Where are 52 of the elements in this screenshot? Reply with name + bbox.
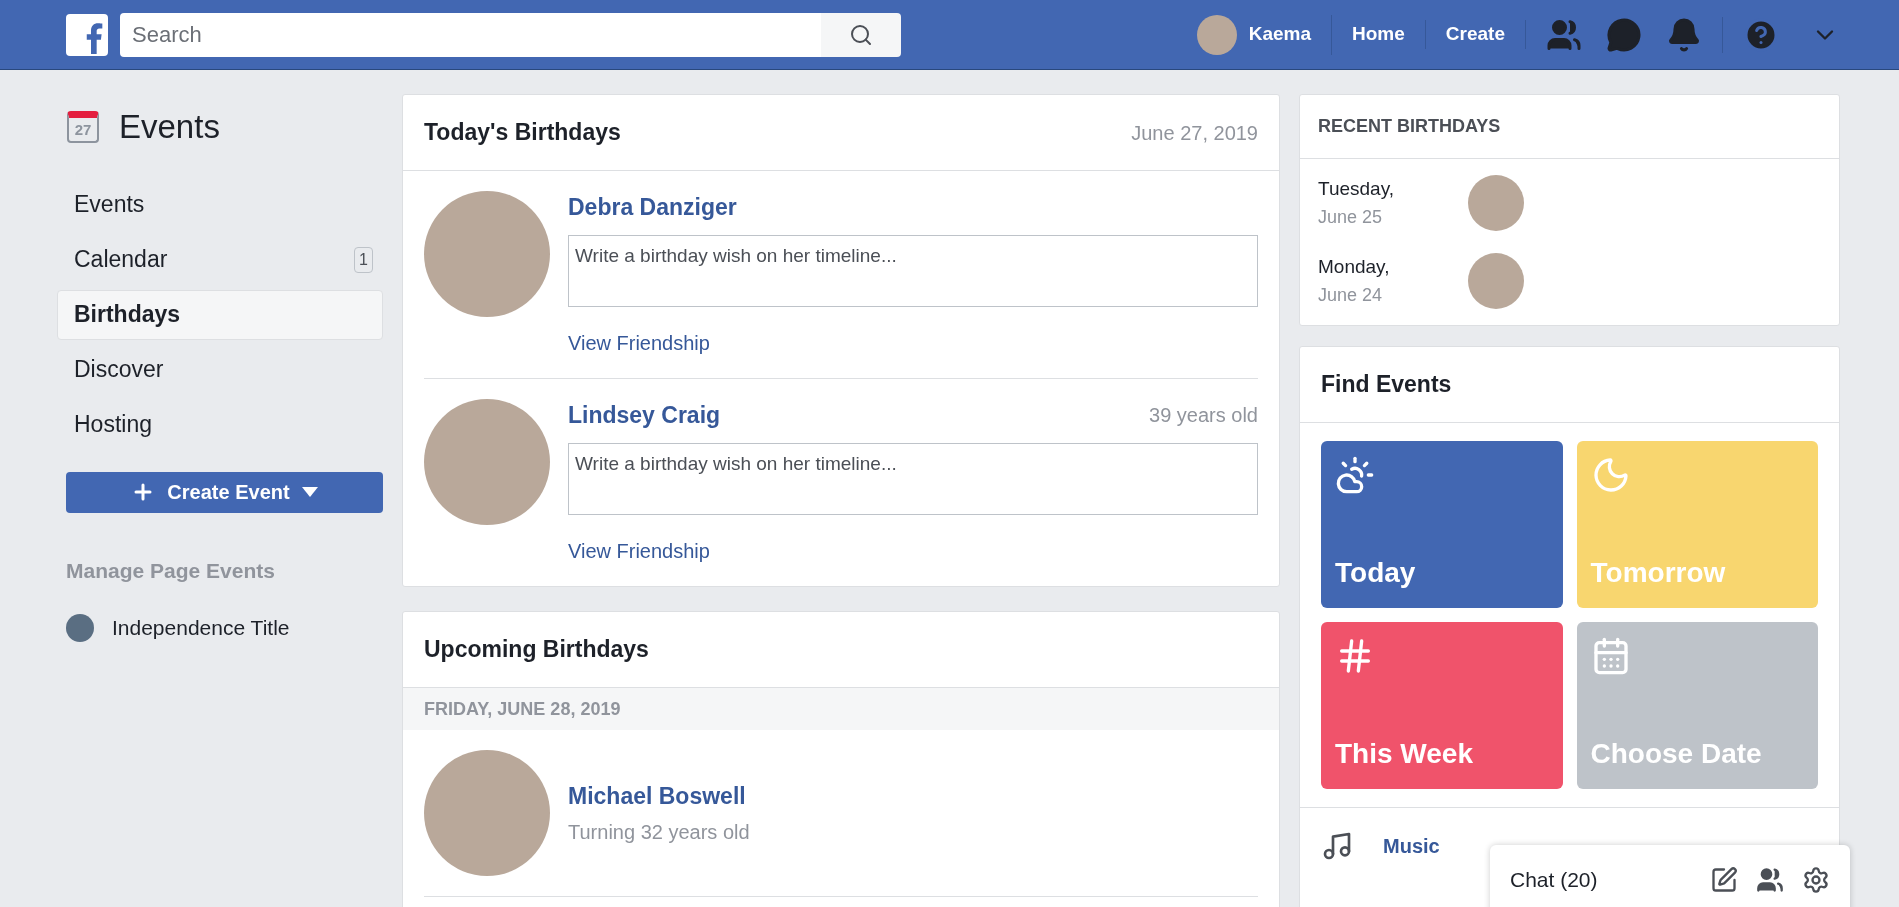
page-link[interactable]: Independence Title (66, 612, 383, 644)
card-title: RECENT BIRTHDAYS (1318, 115, 1501, 138)
search-button[interactable] (821, 12, 901, 57)
date-label: June 27, 2019 (1131, 120, 1258, 146)
section-heading: Manage Page Events (66, 557, 276, 584)
profile-avatar (1196, 14, 1237, 55)
sidebar-title: Events (119, 107, 220, 147)
sidebar-item[interactable]: Discover (57, 344, 383, 395)
card-title: Find Events (1321, 370, 1452, 400)
person-name[interactable]: Lindsey Craig (568, 397, 721, 433)
logo-icon[interactable] (66, 13, 108, 56)
date-label: June 24 (1318, 283, 1384, 307)
wish-input[interactable]: Write a birthday wish on her timeline... (568, 443, 1258, 515)
person-name[interactable]: Debra Danziger (568, 189, 737, 225)
compose-icon[interactable] (1710, 866, 1738, 894)
sidebar-item[interactable]: Birthdays (57, 289, 383, 340)
messenger-icon[interactable] (1606, 16, 1642, 53)
calendar-icon: 27 (67, 110, 99, 143)
profile-link[interactable]: Kaema (1196, 14, 1333, 55)
search-icon (849, 22, 873, 47)
settings-icon[interactable] (1802, 866, 1830, 894)
age-label: Turning 32 years old (568, 820, 750, 846)
view-friendship-link[interactable]: View Friendship (568, 328, 710, 358)
person-name[interactable]: Michael Boswell (568, 778, 750, 814)
wish-input[interactable]: Write a birthday wish on her timeline... (568, 235, 1258, 307)
event-filter-tile[interactable]: Today (1321, 441, 1563, 608)
bell-icon[interactable] (1666, 16, 1702, 53)
category-link[interactable]: Music (1321, 808, 1440, 884)
card-title: Upcoming Birthdays (424, 635, 649, 665)
day-label: Tuesday, (1318, 177, 1396, 202)
sidebar-item[interactable]: Events (57, 179, 383, 230)
view-friendship-link[interactable]: View Friendship (568, 536, 710, 566)
caret-icon (301, 487, 318, 497)
search-field[interactable]: Search (120, 12, 821, 57)
sidebar-item[interactable]: Calendar 1 (57, 234, 383, 285)
music-note-icon (1321, 830, 1353, 862)
sidebar-item[interactable]: Hosting (57, 399, 383, 450)
day-label: Monday, (1318, 255, 1391, 280)
people-icon[interactable] (1756, 866, 1784, 894)
count-badge: 1 (354, 246, 373, 273)
avatar-photo (1468, 175, 1524, 231)
card-title: Today's Birthdays (424, 118, 621, 148)
avatar-photo (1468, 253, 1524, 309)
date-heading: FRIDAY, JUNE 28, 2019 (403, 688, 1279, 730)
date-label: June 25 (1318, 205, 1384, 229)
page-avatar (66, 613, 94, 642)
nav-link[interactable]: Home (1332, 20, 1426, 49)
chat-bar[interactable]: Chat (20) (1490, 845, 1850, 907)
age-label: 39 years old (1149, 403, 1258, 428)
sun-cloud-icon (1335, 455, 1375, 495)
nav-link[interactable]: Create (1425, 20, 1526, 49)
create-event-button[interactable]: Create Event (66, 471, 383, 513)
